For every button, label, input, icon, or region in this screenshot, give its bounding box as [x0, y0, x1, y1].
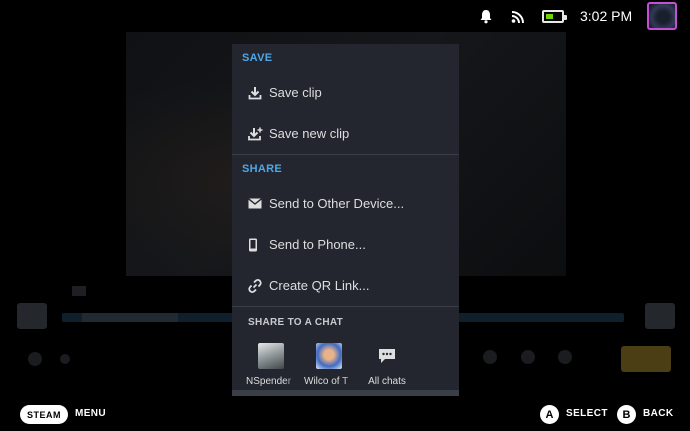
zoom-icon	[558, 350, 572, 364]
chat-name: NSpender	[246, 376, 292, 387]
user-avatar[interactable]	[647, 2, 677, 30]
save-new-clip-label: Save new clip	[269, 126, 350, 141]
rewind-icon	[483, 350, 497, 364]
trim-end-button	[645, 303, 675, 329]
send-to-other-device-label: Send to Other Device...	[269, 196, 405, 211]
bell-icon[interactable]	[479, 9, 493, 28]
chat-name: Wilco of T	[304, 376, 349, 387]
save-new-clip-item[interactable]: Save new clip	[232, 113, 459, 154]
download-icon	[248, 86, 268, 100]
send-to-phone-label: Send to Phone...	[269, 237, 366, 252]
battery-icon[interactable]	[542, 10, 567, 23]
menu-hint-label: MENU	[75, 408, 107, 419]
status-bar: 3:02 PM	[0, 0, 690, 34]
chat-name: All chats	[368, 376, 406, 387]
phone-icon	[248, 238, 268, 252]
battery-level	[546, 14, 553, 19]
create-qr-link-item[interactable]: Create QR Link...	[232, 265, 459, 306]
friend-avatar	[316, 343, 342, 369]
clock: 3:02 PM	[580, 8, 633, 24]
select-hint-label: SELECT	[566, 408, 608, 419]
crop-icon	[521, 350, 535, 364]
share-section-header: SHARE	[242, 163, 283, 175]
chat-entry-wilco[interactable]: Wilco of T	[300, 337, 358, 396]
send-to-phone-item[interactable]: Send to Phone...	[232, 224, 459, 265]
trim-start-button	[17, 303, 47, 329]
save-section-header: SAVE	[242, 52, 273, 64]
download-new-icon	[248, 127, 268, 141]
clip-share-menu: SAVE Save clip Save new clip SHARE Send …	[232, 44, 459, 396]
share-to-chat-header: SHARE TO A CHAT	[248, 316, 344, 328]
menu-scroll-edge	[232, 390, 459, 396]
envelope-icon	[248, 198, 268, 209]
b-button-icon[interactable]: B	[617, 405, 636, 424]
send-to-other-device-item[interactable]: Send to Other Device...	[232, 183, 459, 224]
back-hint-label: BACK	[643, 408, 674, 419]
link-icon	[248, 278, 268, 293]
wifi-icon[interactable]	[511, 9, 525, 27]
controller-hints-bar: STEAM MENU A SELECT B BACK	[0, 398, 690, 431]
a-button-icon[interactable]: A	[540, 405, 559, 424]
dot-icon	[60, 354, 70, 364]
save-clip-label: Save clip	[269, 85, 322, 100]
create-qr-link-label: Create QR Link...	[269, 278, 370, 293]
chat-entry-nspender[interactable]: NSpender	[242, 337, 300, 396]
chat-list: NSpender Wilco of T All chats	[232, 337, 459, 396]
volume-icon	[28, 352, 42, 366]
chat-bubble-icon	[374, 343, 400, 369]
playhead-marker	[72, 286, 86, 296]
steam-button[interactable]: STEAM	[20, 405, 68, 424]
chat-entry-all-chats[interactable]: All chats	[358, 337, 416, 396]
friend-avatar	[258, 343, 284, 369]
export-button	[621, 346, 671, 372]
save-clip-item[interactable]: Save clip	[232, 72, 459, 113]
